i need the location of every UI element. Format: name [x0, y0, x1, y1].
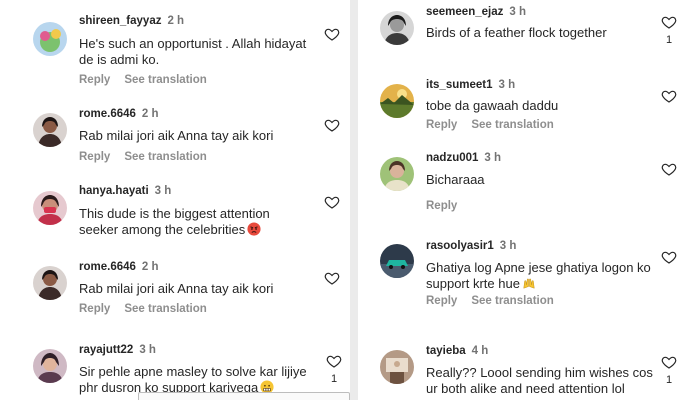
avatar-girl-icon[interactable]	[33, 349, 67, 383]
heart-icon[interactable]	[661, 14, 677, 30]
comment-text: Really?? Loool sending him wishes cos ur…	[426, 365, 653, 397]
avatar-woman-mask-icon[interactable]	[33, 191, 67, 225]
like-count: 1	[665, 374, 673, 386]
like-count: 1	[665, 34, 673, 46]
comment-line: ur both alike and need attention lol	[426, 381, 625, 396]
comment-text: Rab milai jori aik Anna tay aik kori	[79, 128, 273, 144]
username[interactable]: rayajutt22	[79, 344, 133, 356]
comment-text: tobe da gawaah daddu	[426, 98, 558, 114]
comment-line: Rab milai jori aik Anna tay aik kori	[79, 281, 274, 296]
heart-icon[interactable]	[324, 194, 340, 210]
see-translation-button[interactable]: See translation	[124, 151, 206, 163]
comment-actions: Reply See translation	[426, 119, 554, 131]
comment-header: rome.6646 2 h	[79, 261, 159, 273]
comment-line: Bicharaaa	[426, 172, 485, 187]
comment-actions: Reply See translation	[79, 303, 207, 315]
heart-icon[interactable]	[324, 117, 340, 133]
avatar-woman-icon[interactable]	[33, 266, 67, 300]
username[interactable]: tayieba	[426, 345, 466, 357]
heart-icon[interactable]	[661, 161, 677, 177]
timestamp: 3 h	[154, 185, 172, 197]
username[interactable]: rome.6646	[79, 108, 136, 120]
heart-icon[interactable]	[661, 88, 677, 104]
avatar-landscape-icon[interactable]	[380, 84, 414, 118]
comment-line: support krte hue	[426, 276, 520, 291]
comment-header: tayieba 4 h	[426, 345, 488, 357]
comment-text: Rab milai jori aik Anna tay aik kori	[79, 281, 273, 297]
comment-line: This dude is the biggest attention	[79, 206, 270, 221]
username[interactable]: shireen_fayyaz	[79, 15, 161, 27]
comment-actions: Reply	[426, 200, 457, 212]
comment-line: Birds of a feather flock together	[426, 25, 607, 40]
comment-header: its_sumeet1 3 h	[426, 79, 515, 91]
heart-icon[interactable]	[661, 249, 677, 265]
username[interactable]: seemeen_ejaz	[426, 6, 503, 18]
like-count: 1	[330, 373, 338, 385]
see-translation-button[interactable]: See translation	[471, 119, 553, 131]
comment-actions: Reply See translation	[79, 151, 207, 163]
reply-button[interactable]: Reply	[79, 303, 110, 315]
timestamp: 2 h	[141, 261, 159, 273]
timestamp: 2 h	[141, 108, 159, 120]
see-translation-button[interactable]: See translation	[124, 74, 206, 86]
timestamp: 2 h	[167, 15, 185, 27]
comment-line: Really?? Loool sending him wishes cos	[426, 365, 653, 380]
username[interactable]: hanya.hayati	[79, 185, 149, 197]
see-translation-button[interactable]: See translation	[471, 295, 553, 307]
avatar-colorful-icon[interactable]	[33, 22, 67, 56]
comment-header: shireen_fayyaz 2 h	[79, 15, 184, 27]
comment-line: seeker among the celebrities	[79, 222, 246, 237]
timestamp: 3 h	[509, 6, 526, 18]
comment-actions: Reply See translation	[426, 295, 554, 307]
comment-line: Ghatiya log Apne jese ghatiya logon ko	[426, 260, 651, 275]
comment-header: rayajutt22 3 h	[79, 344, 156, 356]
right-comments-panel: seemeen_ejaz 3 h Birds of a feather flock…	[358, 0, 700, 400]
comment-line: Sir pehle apne masley to solve kar lijiy…	[79, 364, 307, 379]
comment-text: Birds of a feather flock together	[426, 25, 607, 41]
timestamp: 4 h	[471, 345, 489, 357]
comment-line: He's such an opportunist . Allah hidayat	[79, 36, 307, 51]
username[interactable]: nadzu001	[426, 152, 478, 164]
see-translation-button[interactable]: See translation	[124, 303, 206, 315]
timestamp: 3 h	[498, 79, 516, 91]
comment-actions: Reply See translation	[79, 74, 207, 86]
avatar-room-icon[interactable]	[380, 350, 414, 384]
timestamp: 3 h	[484, 152, 502, 164]
reply-button[interactable]: Reply	[426, 200, 457, 212]
comment-text: He's such an opportunist . Allah hidayat…	[79, 36, 306, 68]
heart-icon[interactable]	[661, 354, 677, 370]
heart-icon[interactable]	[324, 270, 340, 286]
timestamp: 3 h	[499, 240, 517, 252]
avatar-green-icon[interactable]	[380, 157, 414, 191]
heart-icon[interactable]	[326, 353, 342, 369]
heart-icon[interactable]	[324, 26, 340, 42]
comment-header: seemeen_ejaz 3 h	[426, 6, 526, 18]
comment-line: Rab milai jori aik Anna tay aik kori	[79, 128, 274, 143]
reply-button[interactable]: Reply	[79, 74, 110, 86]
username[interactable]: its_sumeet1	[426, 79, 492, 91]
reply-button[interactable]: Reply	[426, 295, 457, 307]
avatar-woman-icon[interactable]	[33, 113, 67, 147]
comment-header: nadzu001 3 h	[426, 152, 501, 164]
tooltip-bar	[138, 392, 350, 400]
comment-header: rasoolyasir1 3 h	[426, 240, 516, 252]
comment-line: de is admi ko.	[79, 52, 160, 67]
avatar-car-icon[interactable]	[380, 244, 414, 278]
avatar-bw-icon[interactable]	[380, 11, 414, 45]
comment-text: This dude is the biggest attention seeke…	[79, 206, 270, 238]
comment-header: hanya.hayati 3 h	[79, 185, 171, 197]
raised-hands-icon	[522, 276, 536, 290]
username[interactable]: rasoolyasir1	[426, 240, 494, 252]
comment-text: Bicharaaa	[426, 172, 485, 188]
reply-button[interactable]: Reply	[426, 119, 457, 131]
comment-line: tobe da gawaah daddu	[426, 98, 559, 113]
angry-face-icon	[247, 222, 261, 236]
reply-button[interactable]: Reply	[79, 151, 110, 163]
comment-text: Ghatiya log Apne jese ghatiya logon ko s…	[426, 260, 651, 292]
left-comments-panel: shireen_fayyaz 2 h He's such an opportuni…	[0, 0, 350, 400]
username[interactable]: rome.6646	[79, 261, 136, 273]
timestamp: 3 h	[139, 344, 156, 356]
comment-header: rome.6646 2 h	[79, 108, 159, 120]
